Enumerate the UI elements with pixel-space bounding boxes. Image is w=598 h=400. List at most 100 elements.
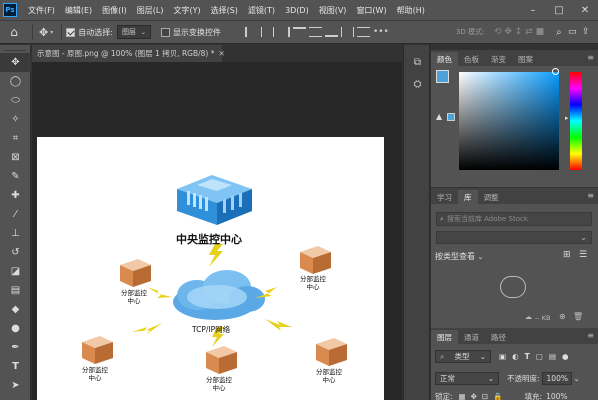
type-tool-icon[interactable]: T: [0, 357, 31, 376]
trash-icon[interactable]: 🗑: [573, 312, 583, 321]
move-tool-icon[interactable]: ✥: [39, 26, 48, 39]
lock-artboard-icon[interactable]: ⊡: [482, 392, 488, 400]
clone-stamp-tool-icon[interactable]: ⊥: [0, 224, 31, 243]
menu-3d[interactable]: 3D(D): [280, 6, 314, 15]
menu-select[interactable]: 选择(S): [206, 5, 243, 16]
search-icon[interactable]: ⌕: [556, 27, 562, 38]
library-search-input[interactable]: ⌕ 搜索当前库 Adobe Stock: [436, 212, 592, 226]
3d-orbit-icon[interactable]: ⟲ ✥ ↕ ⇄ ■: [494, 27, 544, 37]
brush-tool-icon[interactable]: ⁄: [0, 205, 31, 224]
blur-tool-icon[interactable]: ◆: [0, 300, 31, 319]
lock-pixels-icon[interactable]: ▦: [459, 392, 466, 400]
branch-label: 分部监控 中心: [300, 275, 326, 291]
web-safe-swatch[interactable]: [447, 113, 455, 121]
history-icon[interactable]: ⧉: [404, 51, 431, 73]
menu-image[interactable]: 图像(I): [97, 5, 132, 16]
align-right-icon[interactable]: [277, 27, 290, 37]
more-icon[interactable]: •••: [373, 27, 389, 37]
hue-slider[interactable]: ▸: [565, 72, 582, 170]
tab-swatches[interactable]: 色板: [458, 52, 485, 66]
eraser-tool-icon[interactable]: ◪: [0, 262, 31, 281]
library-dropdown[interactable]: ⌄: [436, 231, 592, 244]
lasso-tool-icon[interactable]: ◯: [0, 72, 31, 91]
blend-mode-dropdown[interactable]: 正常 ⌄: [435, 372, 499, 385]
workspace-icon[interactable]: ▭: [568, 27, 577, 37]
tab-layers[interactable]: 图层: [431, 330, 458, 344]
canvas-area[interactable]: 中央监控中心 TCP/IP网络 分部监控 中心 分部监控 中心 分部监控 中心 …: [32, 62, 402, 400]
distribute-icon[interactable]: [356, 27, 370, 37]
menu-file[interactable]: 文件(F): [23, 5, 60, 16]
grid-view-icon[interactable]: ⊞: [563, 250, 571, 260]
tab-learn[interactable]: 学习: [431, 190, 458, 204]
frame-tool-icon[interactable]: ⊠: [0, 148, 31, 167]
document-tab[interactable]: 示意图 - 原图.png @ 100% (图层 1 拷贝, RGB/8) * ✕: [32, 45, 225, 62]
magic-wand-tool-icon[interactable]: ✧: [0, 110, 31, 129]
minimize-icon[interactable]: –: [520, 5, 546, 16]
tab-color[interactable]: 颜色: [431, 52, 458, 66]
menu-help[interactable]: 帮助(H): [392, 5, 430, 16]
align-left-icon[interactable]: [244, 27, 258, 37]
add-icon[interactable]: ⊕: [559, 312, 566, 321]
menu-edit[interactable]: 编辑(E): [60, 5, 97, 16]
hue-slider-handle[interactable]: ▸: [565, 114, 569, 122]
menu-window[interactable]: 窗口(W): [351, 5, 391, 16]
marquee-tool-icon[interactable]: ⬭: [0, 91, 31, 110]
share-icon[interactable]: ⇪: [582, 27, 590, 37]
eyedropper-tool-icon[interactable]: ✎: [0, 167, 31, 186]
dodge-tool-icon[interactable]: ●: [0, 319, 31, 338]
align-vcenter-icon[interactable]: [308, 27, 322, 37]
lock-position-icon[interactable]: ✥: [471, 392, 477, 400]
show-transform-checkbox[interactable]: [160, 27, 170, 37]
tab-libraries[interactable]: 库: [458, 190, 478, 204]
lock-all-icon[interactable]: 🔒: [493, 392, 502, 400]
foreground-color-swatch[interactable]: [436, 70, 449, 83]
close-icon[interactable]: ✕: [219, 49, 225, 58]
list-view-icon[interactable]: ☰: [579, 250, 587, 260]
panel-menu-icon[interactable]: ≡: [587, 191, 594, 200]
panel-menu-icon[interactable]: ≡: [587, 331, 594, 340]
gradient-tool-icon[interactable]: ▤: [0, 281, 31, 300]
filter-shape-icon[interactable]: ▢: [536, 352, 543, 361]
menu-type[interactable]: 文字(Y): [168, 5, 205, 16]
filter-smart-object-icon[interactable]: ▤: [549, 352, 556, 361]
opacity-input[interactable]: 100%: [541, 372, 572, 385]
menu-filter[interactable]: 滤镜(T): [243, 5, 280, 16]
document-canvas[interactable]: 中央监控中心 TCP/IP网络 分部监控 中心 分部监控 中心 分部监控 中心 …: [37, 137, 384, 400]
chevron-down-icon[interactable]: ⌄: [574, 374, 580, 383]
menu-view[interactable]: 视图(V): [314, 5, 352, 16]
crop-tool-icon[interactable]: ⌗: [0, 129, 31, 148]
path-selection-tool-icon[interactable]: ➤: [0, 376, 31, 395]
close-icon[interactable]: ✕: [572, 5, 598, 16]
tab-gradients[interactable]: 渐变: [485, 52, 512, 66]
menu-layer[interactable]: 图层(L): [132, 5, 169, 16]
saturation-value-picker[interactable]: [459, 68, 559, 170]
filter-adjustment-icon[interactable]: ◐: [512, 352, 519, 361]
align-bottom-icon[interactable]: [324, 27, 338, 37]
tab-patterns[interactable]: 图案: [512, 52, 539, 66]
branch-building-icon: [206, 346, 237, 374]
fill-value[interactable]: 100%: [546, 392, 567, 400]
auto-select-dropdown[interactable]: 图层 ⌄: [116, 25, 151, 39]
move-tool-icon[interactable]: ✥: [0, 53, 31, 72]
history-brush-tool-icon[interactable]: ↺: [0, 243, 31, 262]
align-hcenter-icon[interactable]: [260, 27, 274, 37]
view-by-type-dropdown[interactable]: 按类型查看 ⌄: [435, 251, 483, 262]
home-icon[interactable]: ⌂: [0, 25, 28, 39]
properties-icon[interactable]: ⛭: [404, 73, 431, 95]
tab-adjustments[interactable]: 调整: [478, 190, 505, 204]
filter-toggle-icon[interactable]: ●: [562, 352, 569, 361]
tab-channels[interactable]: 通道: [458, 330, 485, 344]
pen-tool-icon[interactable]: ✒: [0, 338, 31, 357]
rectangle-tool-icon[interactable]: ▭: [0, 395, 31, 400]
auto-select-checkbox[interactable]: [66, 27, 76, 37]
layer-filter-dropdown[interactable]: ⌕ 类型 ⌄: [435, 350, 491, 363]
distribute-icon[interactable]: [340, 27, 354, 37]
filter-pixel-icon[interactable]: ▣: [499, 352, 506, 361]
maximize-icon[interactable]: □: [546, 5, 572, 16]
tab-paths[interactable]: 路径: [485, 330, 512, 344]
panel-menu-icon[interactable]: ≡: [587, 53, 594, 62]
filter-type-icon[interactable]: T: [525, 352, 530, 361]
align-top-icon[interactable]: [292, 27, 306, 37]
chevron-down-icon[interactable]: ▾: [50, 29, 53, 36]
healing-brush-tool-icon[interactable]: ✚: [0, 186, 31, 205]
